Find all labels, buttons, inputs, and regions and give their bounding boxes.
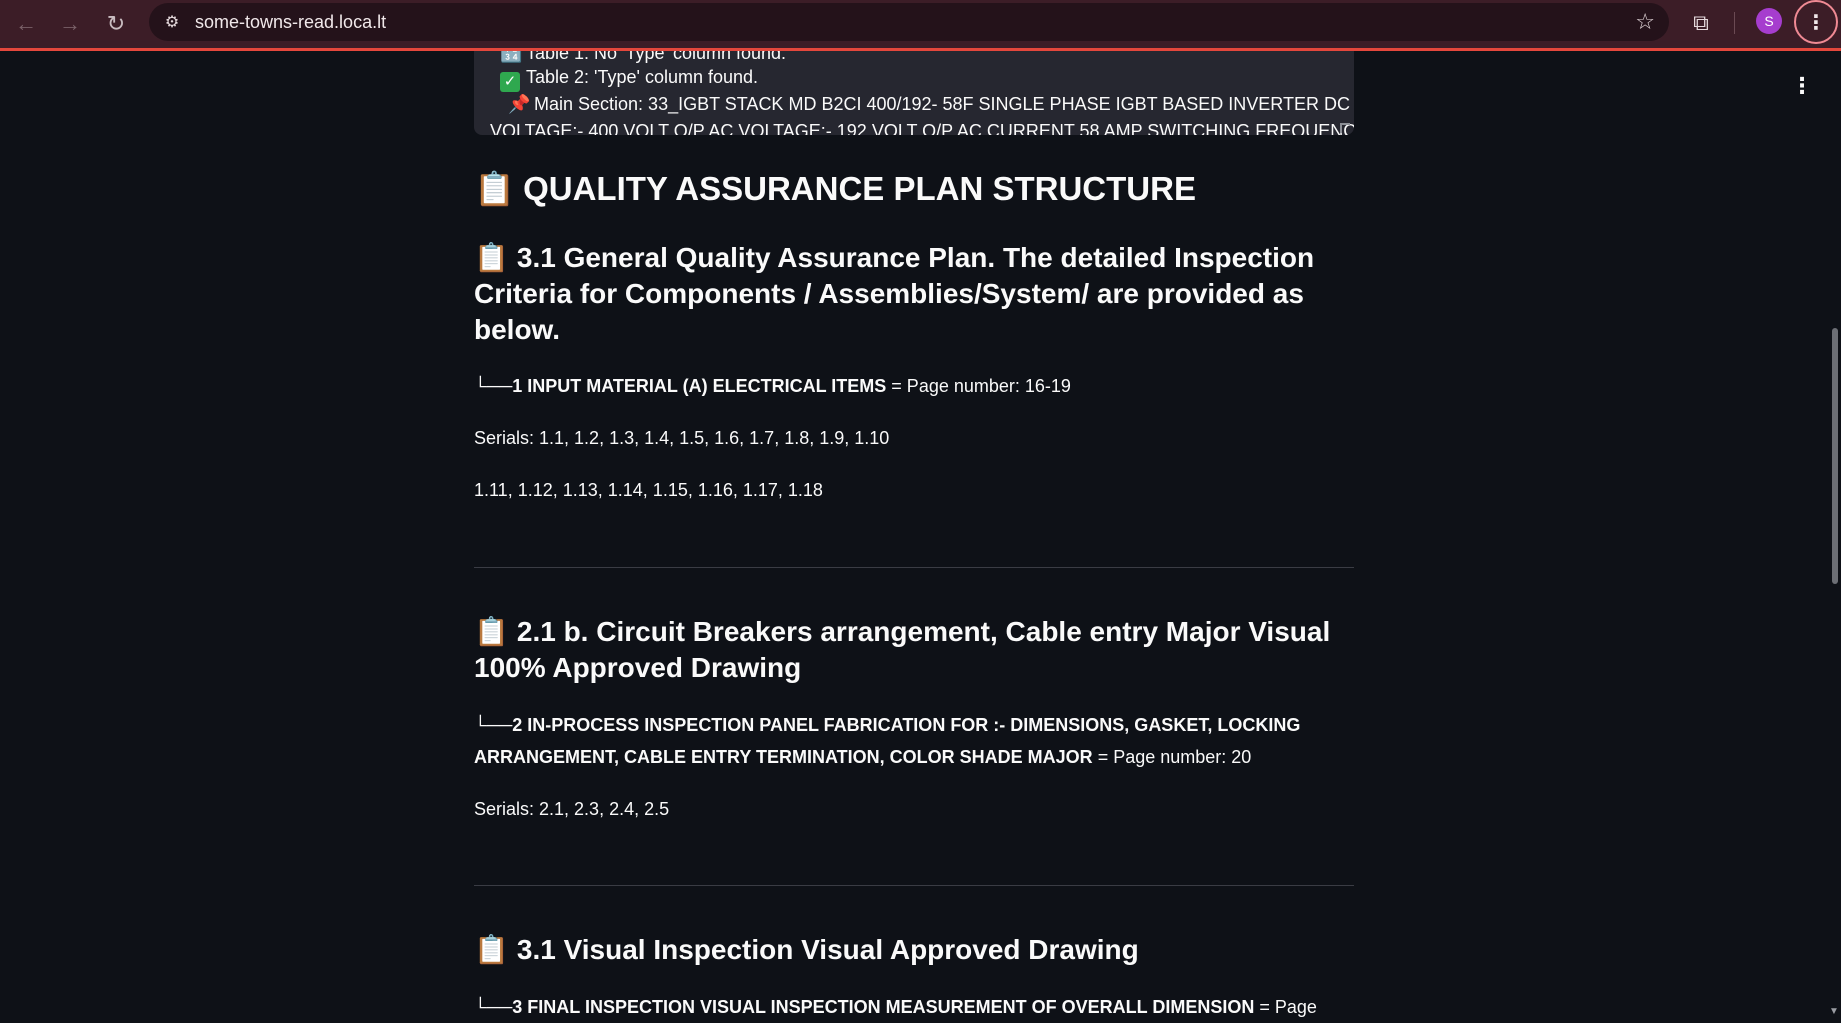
scrollbar-thumb[interactable] — [1832, 328, 1838, 584]
scroll-down-arrow-icon[interactable]: ▼ — [1829, 1006, 1839, 1017]
clipboard-icon: 📋 — [474, 616, 509, 647]
log-output-box[interactable]: 🔢 Table 1: No 'Type' column found. ✓ Table… — [474, 51, 1354, 135]
log-line: VOLTAGE:- 400 VOLT O/P AC VOLTAGE:- 192 … — [490, 121, 1354, 135]
serials-text: Serials: 1.1, 1.2, 1.3, 1.4, 1.5, 1.6, 1… — [474, 428, 890, 448]
page-number-text: = Page number: 16-19 — [891, 376, 1071, 396]
section-item: └──1 INPUT MATERIAL (A) ELECTRICAL ITEMS… — [474, 370, 1354, 402]
page-menu-icon[interactable]: ⋮ — [1790, 73, 1814, 99]
log-line-text: Table 1: No 'Type' column found. — [526, 51, 787, 63]
page-title-text: QUALITY ASSURANCE PLAN STRUCTURE — [523, 170, 1196, 207]
browser-toolbar: ← → ↻ ⚙ some-towns-read.loca.lt ☆ ⧉ S ⋮ — [0, 0, 1841, 51]
bookmark-star-icon[interactable]: ☆ — [1635, 9, 1655, 35]
toolbar-divider — [1734, 12, 1735, 34]
url-text[interactable]: some-towns-read.loca.lt — [195, 12, 386, 33]
section-heading: 📋 3.1 General Quality Assurance Plan. The… — [474, 240, 1354, 348]
log-line-text: VOLTAGE:- 400 VOLT O/P AC VOLTAGE:- 192 … — [490, 121, 1354, 135]
clipboard-icon: 📋 — [474, 170, 516, 207]
section-heading-text: 3.1 General Quality Assurance Plan. The … — [474, 242, 1315, 345]
item-title: 1 INPUT MATERIAL (A) ELECTRICAL ITEMS — [512, 376, 887, 396]
browser-menu-icon[interactable]: ⋮ — [1794, 0, 1838, 44]
log-line: 🔢 Table 1: No 'Type' column found. — [500, 51, 786, 64]
divider — [474, 567, 1354, 568]
tree-prefix: └── — [474, 376, 513, 396]
forward-icon[interactable]: → — [52, 6, 88, 42]
log-line-text: Main Section: 33_IGBT STACK MD B2CI 400/… — [534, 94, 1350, 114]
check-mark-icon: ✓ — [500, 72, 520, 92]
log-line: 📌 Main Section: 33_IGBT STACK MD B2CI 400… — [508, 94, 1350, 115]
extensions-icon[interactable]: ⧉ — [1686, 6, 1716, 40]
log-line: ✓ Table 2: 'Type' column found. — [500, 67, 758, 92]
resize-handle-icon[interactable] — [1340, 123, 1350, 133]
item-title: 3 FINAL INSPECTION VISUAL INSPECTION MEA… — [512, 997, 1255, 1017]
section-item: └──3 FINAL INSPECTION VISUAL INSPECTION … — [474, 991, 1354, 1023]
clipboard-icon: 📋 — [474, 242, 509, 273]
reload-icon[interactable]: ↻ — [98, 6, 134, 42]
section-heading-text: 3.1 Visual Inspection Visual Approved Dr… — [516, 934, 1139, 965]
page-number-text: = Page number: 20 — [1097, 747, 1252, 767]
numbers-icon: 🔢 — [500, 51, 523, 63]
serials-text: 1.11, 1.12, 1.13, 1.14, 1.15, 1.16, 1.17… — [474, 480, 823, 500]
pushpin-icon: 📌 — [508, 94, 531, 114]
back-icon[interactable]: ← — [8, 6, 44, 42]
log-line-text: Table 2: 'Type' column found. — [526, 67, 759, 87]
site-info-icon[interactable]: ⚙ — [161, 11, 183, 33]
tree-prefix: └── — [474, 997, 513, 1017]
serials-text: Serials: 2.1, 2.3, 2.4, 2.5 — [474, 799, 670, 819]
page-title: 📋 QUALITY ASSURANCE PLAN STRUCTURE — [474, 170, 1196, 209]
divider — [474, 885, 1354, 886]
clipboard-icon: 📋 — [474, 934, 509, 965]
address-bar[interactable]: ⚙ some-towns-read.loca.lt ☆ — [149, 3, 1669, 41]
section-heading: 📋 3.1 Visual Inspection Visual Approved D… — [474, 932, 1354, 968]
profile-avatar[interactable]: S — [1756, 8, 1782, 34]
section-heading-text: 2.1 b. Circuit Breakers arrangement, Cab… — [474, 616, 1331, 683]
tree-prefix: └── — [474, 715, 513, 735]
section-heading: 📋 2.1 b. Circuit Breakers arrangement, Ca… — [474, 614, 1354, 686]
page-number-text: = Page — [1259, 997, 1317, 1017]
section-item: └──2 IN-PROCESS INSPECTION PANEL FABRICA… — [474, 709, 1354, 773]
